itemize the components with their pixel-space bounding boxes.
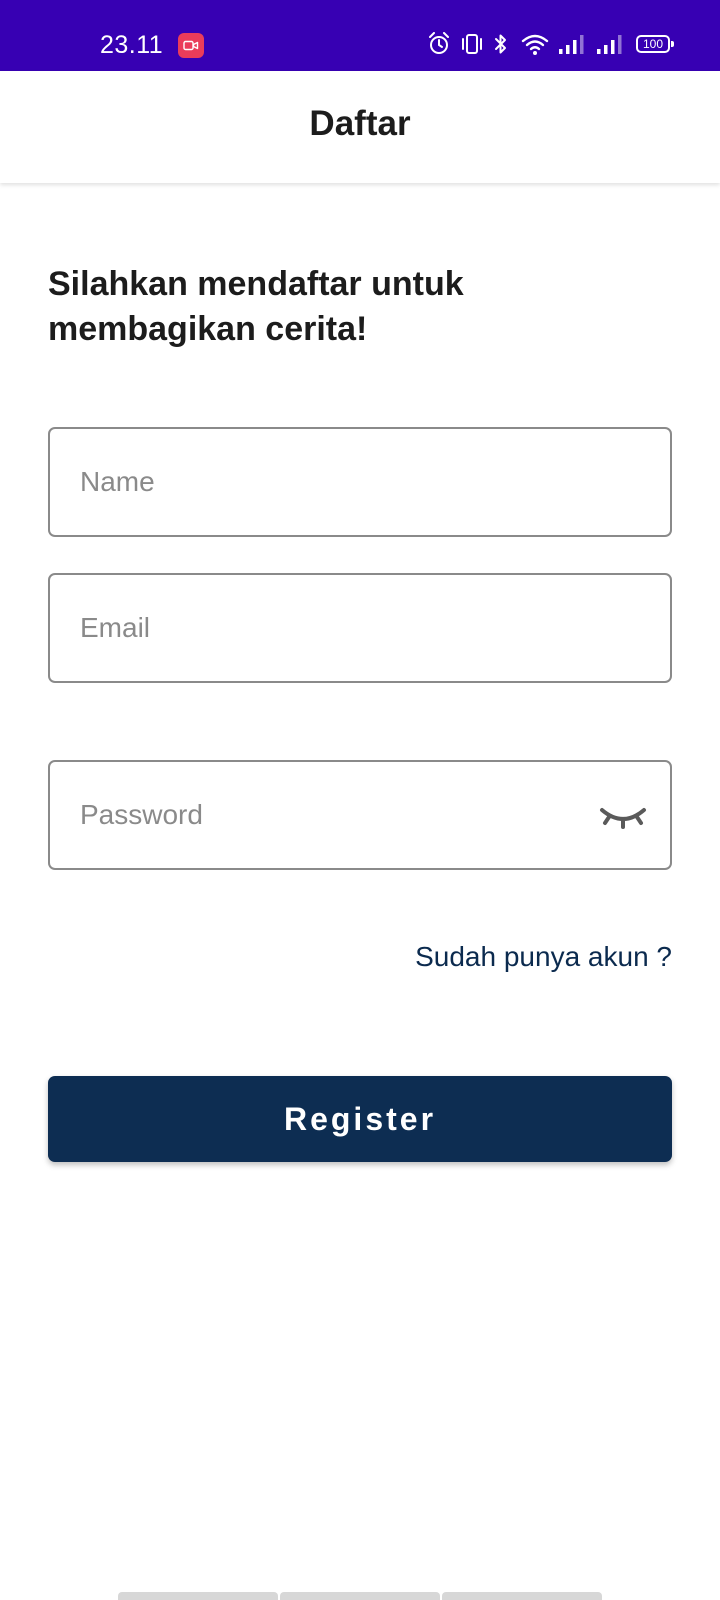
signal-1-icon	[559, 35, 584, 54]
battery-level: 100	[642, 37, 664, 51]
email-field[interactable]	[48, 573, 672, 683]
name-input[interactable]	[80, 429, 640, 535]
eye-closed-icon[interactable]	[598, 802, 648, 830]
email-input[interactable]	[80, 575, 640, 681]
status-bar: 23.11 100	[0, 0, 720, 71]
signal-2-icon	[597, 35, 622, 54]
wifi-icon	[521, 34, 549, 55]
register-button[interactable]: Register	[48, 1076, 672, 1162]
nav-segment[interactable]	[280, 1592, 440, 1600]
screen-record-icon	[178, 33, 204, 58]
password-input[interactable]	[80, 762, 580, 868]
app-bar: Daftar	[0, 71, 720, 183]
bluetooth-icon	[495, 34, 506, 54]
gesture-nav-bar[interactable]	[118, 1592, 602, 1600]
status-time: 23.11	[100, 31, 164, 59]
page-title: Daftar	[309, 104, 411, 143]
nav-segment[interactable]	[442, 1592, 602, 1600]
form-heading: Silahkan mendaftar untuk membagikan ceri…	[48, 265, 464, 348]
name-field[interactable]	[48, 427, 672, 537]
login-link[interactable]: Sudah punya akun ?	[415, 938, 672, 976]
vibrate-icon	[462, 34, 482, 54]
password-field[interactable]	[48, 760, 672, 870]
alarm-icon	[429, 32, 449, 54]
battery-icon: 100	[636, 35, 674, 53]
nav-segment[interactable]	[118, 1592, 278, 1600]
